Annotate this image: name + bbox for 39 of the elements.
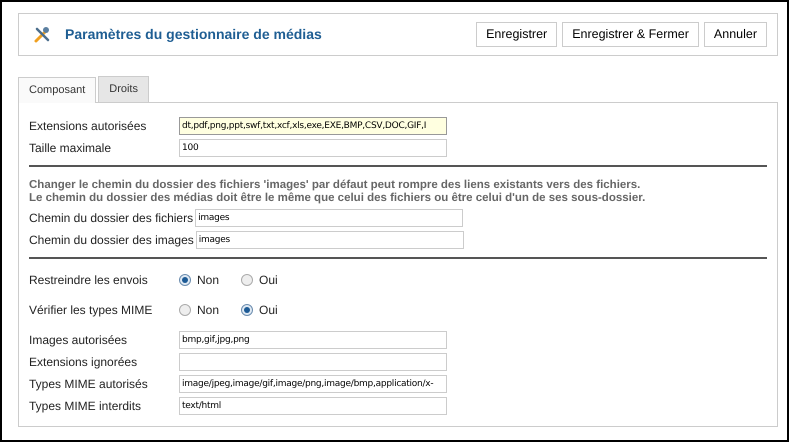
field-label: Types MIME autorisés (29, 376, 149, 392)
input-field[interactable] (179, 352, 447, 370)
toolbar-button[interactable]: Enregistrer & Fermer (562, 22, 699, 47)
input-field[interactable]: bmp,gif,jpg,png (179, 330, 447, 348)
field-label: Images autorisées (29, 332, 128, 348)
page-title: Paramètres du gestionnaire de médias (65, 25, 322, 44)
input-field[interactable]: image/jpeg,image/gif,image/png,image/bmp,application/x- (179, 374, 447, 392)
field-label: Chemin du dossier des fichiers (29, 210, 194, 226)
radio-button[interactable] (179, 274, 191, 286)
radio-option[interactable]: Non (179, 270, 220, 288)
toolbar-button[interactable]: Annuler (704, 22, 767, 47)
radio-button[interactable] (241, 304, 254, 316)
radio-button[interactable] (179, 304, 191, 316)
input-field[interactable]: text/html (179, 396, 447, 414)
input-field[interactable]: images (196, 230, 464, 248)
tab[interactable]: Composant (18, 77, 96, 102)
toolbar-button[interactable]: Enregistrer (476, 22, 558, 47)
field-label: Restreindre les envois (29, 272, 149, 288)
help-text: Changer le chemin du dossier des fichiers 'images' par défaut peut rompre des liens existants vers des fichiers. (29, 178, 642, 192)
tab[interactable]: Droits (98, 76, 149, 102)
radio-option[interactable]: Oui (241, 270, 278, 288)
radio-label: Non (197, 302, 220, 318)
radio-label: Oui (259, 272, 278, 288)
field-label: Extensions ignorées (29, 354, 138, 370)
tools-icon (33, 26, 51, 44)
field-label: Types MIME interdits (29, 398, 142, 414)
field-label: Taille maximale (29, 140, 112, 156)
field-label: Vérifier les types MIME (29, 302, 154, 318)
help-text: Le chemin du dossier des médias doit être le même que celui des fichiers ou être celui d'un de ses sous-dossier. (29, 192, 646, 204)
radio-label: Oui (259, 302, 278, 318)
input-field[interactable]: 100 (179, 138, 447, 156)
radio-option[interactable]: Oui (241, 300, 278, 318)
input-field[interactable]: dt,pdf,png,ppt,swf,txt,xcf,xls,exe,EXE,BMP,CSV,DOC,GIF,I (179, 116, 447, 134)
input-field[interactable]: images (195, 208, 464, 226)
field-label: Chemin du dossier des images (29, 232, 194, 248)
radio-option[interactable]: Non (179, 300, 220, 318)
field-label: Extensions autorisées (29, 118, 148, 134)
radio-label: Non (197, 272, 220, 288)
radio-button[interactable] (241, 274, 254, 286)
